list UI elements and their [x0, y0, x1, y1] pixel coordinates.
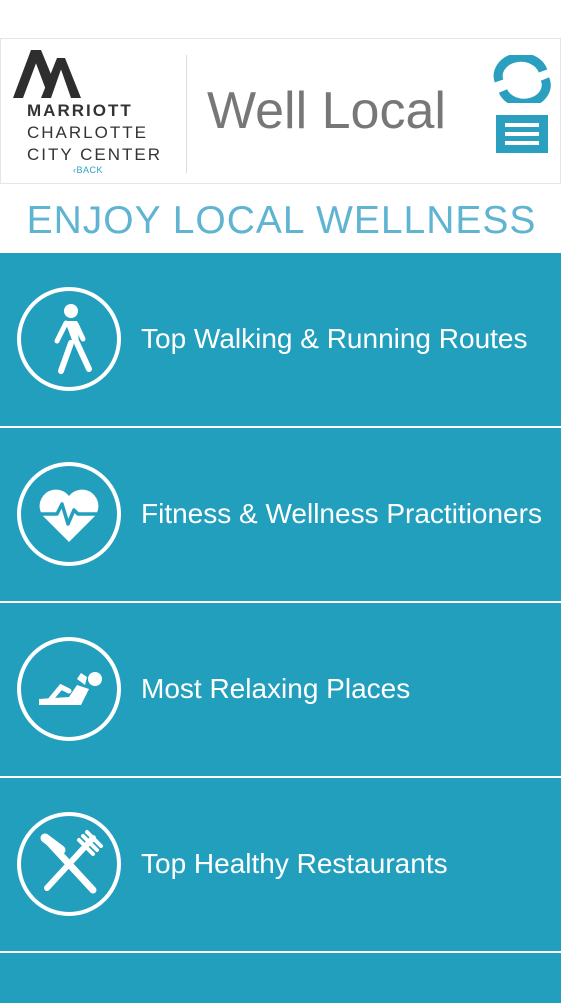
brand-name: MARRIOTT — [27, 101, 133, 120]
walking-person-icon — [17, 287, 121, 391]
app-title: Well Local — [207, 82, 446, 140]
menu-line — [505, 141, 539, 145]
refresh-icon[interactable] — [493, 55, 551, 103]
marriott-logo-icon — [13, 50, 81, 98]
back-link[interactable]: ‹BACK — [73, 165, 103, 175]
tile-label: Fitness & Wellness Practitioners — [141, 498, 542, 529]
tile-walking-running-routes[interactable]: Top Walking & Running Routes — [0, 253, 561, 428]
tile-top-healthy-restaurants[interactable]: Top Healthy Restaurants — [0, 778, 561, 953]
wellness-category-list: Top Walking & Running Routes Fitness & W… — [0, 253, 561, 1003]
hamburger-menu-icon[interactable] — [496, 115, 548, 153]
tile-fitness-wellness-practitioners[interactable]: Fitness & Wellness Practitioners — [0, 428, 561, 603]
tile-most-relaxing-places[interactable]: Most Relaxing Places — [0, 603, 561, 778]
heartbeat-icon — [17, 462, 121, 566]
app-header: MARRIOTT CHARLOTTE CITY CENTER ‹BACK Wel… — [0, 38, 561, 184]
hotel-logo: MARRIOTT CHARLOTTE CITY CENTER ‹BACK — [1, 39, 181, 185]
relaxing-person-icon — [17, 637, 121, 741]
menu-line — [505, 123, 539, 127]
page-heading: ENJOY LOCAL WELLNESS — [26, 199, 537, 242]
menu-line — [505, 132, 539, 136]
brand-location-line2: CITY CENTER — [27, 145, 163, 164]
tile-label: Top Walking & Running Routes — [141, 323, 528, 354]
fork-knife-icon — [17, 812, 121, 916]
tile-label: Most Relaxing Places — [141, 673, 411, 704]
tile-label: Top Healthy Restaurants — [141, 848, 448, 879]
tile-partial-next[interactable] — [0, 953, 561, 1003]
brand-location-line1: CHARLOTTE — [27, 123, 148, 142]
header-divider — [186, 55, 187, 173]
